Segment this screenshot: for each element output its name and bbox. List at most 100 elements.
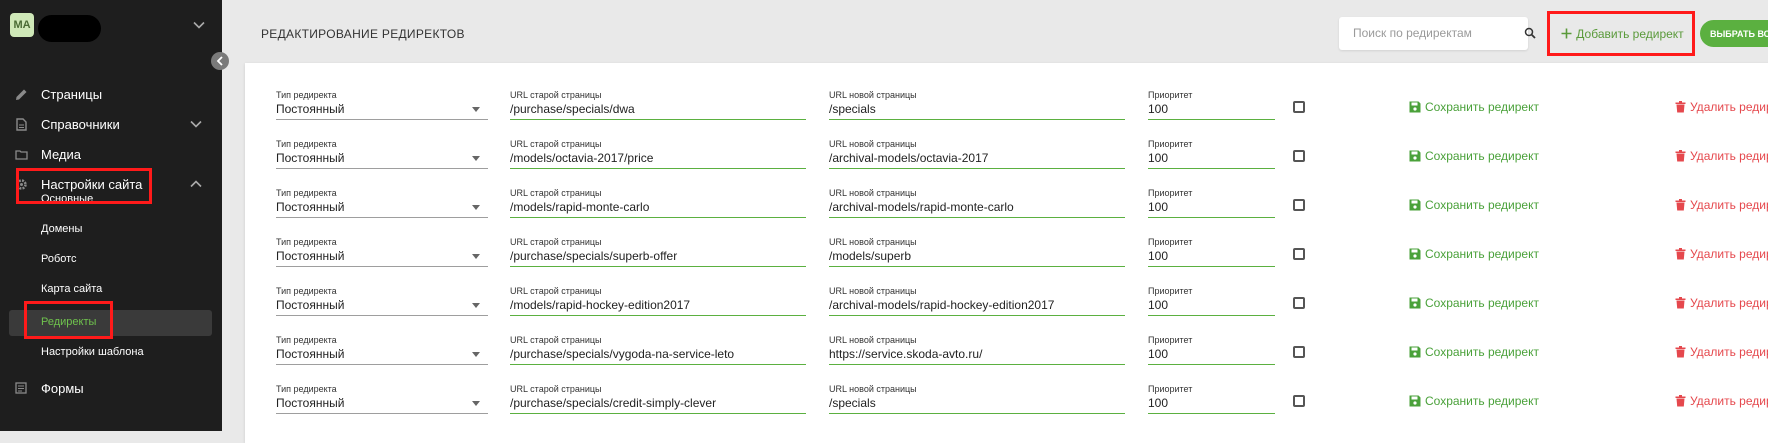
delete-label: Удалить редирект xyxy=(1690,296,1768,310)
trash-icon xyxy=(1675,101,1686,113)
row-checkbox[interactable] xyxy=(1293,395,1305,407)
redirect-row: Тип редиректа Постоянный URL старой стра… xyxy=(0,139,1768,188)
type-select[interactable]: Постоянный xyxy=(276,102,344,116)
new-url-input[interactable]: /models/superb xyxy=(829,249,911,263)
type-select[interactable]: Постоянный xyxy=(276,347,344,361)
dropdown-arrow-icon[interactable] xyxy=(472,401,480,406)
priority-input[interactable]: 100 xyxy=(1148,200,1168,214)
type-select[interactable]: Постоянный xyxy=(276,298,344,312)
delete-redirect-button[interactable]: Удалить редирект xyxy=(1675,100,1768,114)
row-checkbox[interactable] xyxy=(1293,248,1305,260)
chevron-down-icon[interactable] xyxy=(192,18,206,32)
add-redirect-label: Добавить редирект xyxy=(1576,26,1684,41)
new-url-label: URL новой страницы xyxy=(829,286,917,296)
save-redirect-button[interactable]: Сохранить редирект xyxy=(1409,296,1539,310)
new-url-input[interactable]: https://service.skoda-avto.ru/ xyxy=(829,347,982,361)
new-url-input[interactable]: /archival-models/rapid-hockey-edition201… xyxy=(829,298,1054,312)
search-input[interactable] xyxy=(1351,25,1505,41)
search-icon[interactable] xyxy=(1524,27,1536,39)
priority-input[interactable]: 100 xyxy=(1148,249,1168,263)
type-label: Тип редиректа xyxy=(276,90,337,100)
avatar[interactable]: MA xyxy=(10,13,34,37)
old-url-input[interactable]: /models/octavia-2017/price xyxy=(510,151,653,165)
delete-redirect-button[interactable]: Удалить редирект xyxy=(1675,247,1768,261)
priority-input[interactable]: 100 xyxy=(1148,102,1168,116)
new-url-label: URL новой страницы xyxy=(829,237,917,247)
delete-redirect-button[interactable]: Удалить редирект xyxy=(1675,394,1768,408)
type-select[interactable]: Постоянный xyxy=(276,396,344,410)
new-url-underline xyxy=(829,364,1125,365)
type-label: Тип редиректа xyxy=(276,139,337,149)
dropdown-arrow-icon[interactable] xyxy=(472,107,480,112)
row-checkbox[interactable] xyxy=(1293,101,1305,113)
new-url-input[interactable]: /specials xyxy=(829,396,876,410)
save-redirect-button[interactable]: Сохранить редирект xyxy=(1409,345,1539,359)
type-label: Тип редиректа xyxy=(276,335,337,345)
old-url-input[interactable]: /purchase/specials/vygoda-na-service-let… xyxy=(510,347,734,361)
priority-underline xyxy=(1148,315,1275,316)
dropdown-arrow-icon[interactable] xyxy=(472,352,480,357)
save-label: Сохранить редирект xyxy=(1425,296,1539,310)
save-redirect-button[interactable]: Сохранить редирект xyxy=(1409,149,1539,163)
old-url-input[interactable]: /purchase/specials/superb-offer xyxy=(510,249,677,263)
delete-redirect-button[interactable]: Удалить редирект xyxy=(1675,149,1768,163)
save-label: Сохранить редирект xyxy=(1425,345,1539,359)
priority-underline xyxy=(1148,168,1275,169)
old-url-input[interactable]: /models/rapid-monte-carlo xyxy=(510,200,649,214)
type-select[interactable]: Постоянный xyxy=(276,249,344,263)
type-underline xyxy=(276,217,488,218)
row-checkbox[interactable] xyxy=(1293,346,1305,358)
save-icon xyxy=(1409,346,1421,358)
priority-input[interactable]: 100 xyxy=(1148,347,1168,361)
select-all-button[interactable]: ВЫБРАТЬ ВСЕ xyxy=(1700,20,1768,47)
old-url-label: URL старой страницы xyxy=(510,335,602,345)
priority-underline xyxy=(1148,413,1275,414)
priority-input[interactable]: 100 xyxy=(1148,298,1168,312)
delete-redirect-button[interactable]: Удалить редирект xyxy=(1675,198,1768,212)
dropdown-arrow-icon[interactable] xyxy=(472,156,480,161)
new-url-input[interactable]: /archival-models/rapid-monte-carlo xyxy=(829,200,1014,214)
type-underline xyxy=(276,266,488,267)
priority-input[interactable]: 100 xyxy=(1148,151,1168,165)
new-url-input[interactable]: /specials xyxy=(829,102,876,116)
save-label: Сохранить редирект xyxy=(1425,394,1539,408)
dropdown-arrow-icon[interactable] xyxy=(472,254,480,259)
priority-underline xyxy=(1148,364,1275,365)
dropdown-arrow-icon[interactable] xyxy=(472,205,480,210)
redirect-row: Тип редиректа Постоянный URL старой стра… xyxy=(0,335,1768,384)
trash-icon xyxy=(1675,248,1686,260)
delete-redirect-button[interactable]: Удалить редирект xyxy=(1675,296,1768,310)
save-redirect-button[interactable]: Сохранить редирект xyxy=(1409,394,1539,408)
redirect-row: Тип редиректа Постоянный URL старой стра… xyxy=(0,384,1768,433)
save-icon xyxy=(1409,199,1421,211)
new-url-label: URL новой страницы xyxy=(829,188,917,198)
new-url-input[interactable]: /archival-models/octavia-2017 xyxy=(829,151,988,165)
dropdown-arrow-icon[interactable] xyxy=(472,303,480,308)
row-checkbox[interactable] xyxy=(1293,150,1305,162)
type-label: Тип редиректа xyxy=(276,384,337,394)
collapse-sidebar-button[interactable] xyxy=(211,52,229,70)
search-box[interactable] xyxy=(1339,17,1528,50)
new-url-label: URL новой страницы xyxy=(829,90,917,100)
old-url-label: URL старой страницы xyxy=(510,237,602,247)
row-checkbox[interactable] xyxy=(1293,199,1305,211)
type-underline xyxy=(276,119,488,120)
new-url-label: URL новой страницы xyxy=(829,384,917,394)
save-redirect-button[interactable]: Сохранить редирект xyxy=(1409,247,1539,261)
old-url-input[interactable]: /purchase/specials/dwa xyxy=(510,102,635,116)
old-url-input[interactable]: /models/rapid-hockey-edition2017 xyxy=(510,298,690,312)
row-checkbox[interactable] xyxy=(1293,297,1305,309)
old-url-input[interactable]: /purchase/specials/credit-simply-clever xyxy=(510,396,716,410)
delete-redirect-button[interactable]: Удалить редирект xyxy=(1675,345,1768,359)
save-redirect-button[interactable]: Сохранить редирект xyxy=(1409,100,1539,114)
new-url-underline xyxy=(829,217,1125,218)
save-redirect-button[interactable]: Сохранить редирект xyxy=(1409,198,1539,212)
old-url-underline xyxy=(510,119,806,120)
add-redirect-button[interactable]: Добавить редирект xyxy=(1555,20,1690,47)
save-icon xyxy=(1409,101,1421,113)
type-select[interactable]: Постоянный xyxy=(276,200,344,214)
type-underline xyxy=(276,315,488,316)
priority-input[interactable]: 100 xyxy=(1148,396,1168,410)
type-select[interactable]: Постоянный xyxy=(276,151,344,165)
old-url-label: URL старой страницы xyxy=(510,286,602,296)
